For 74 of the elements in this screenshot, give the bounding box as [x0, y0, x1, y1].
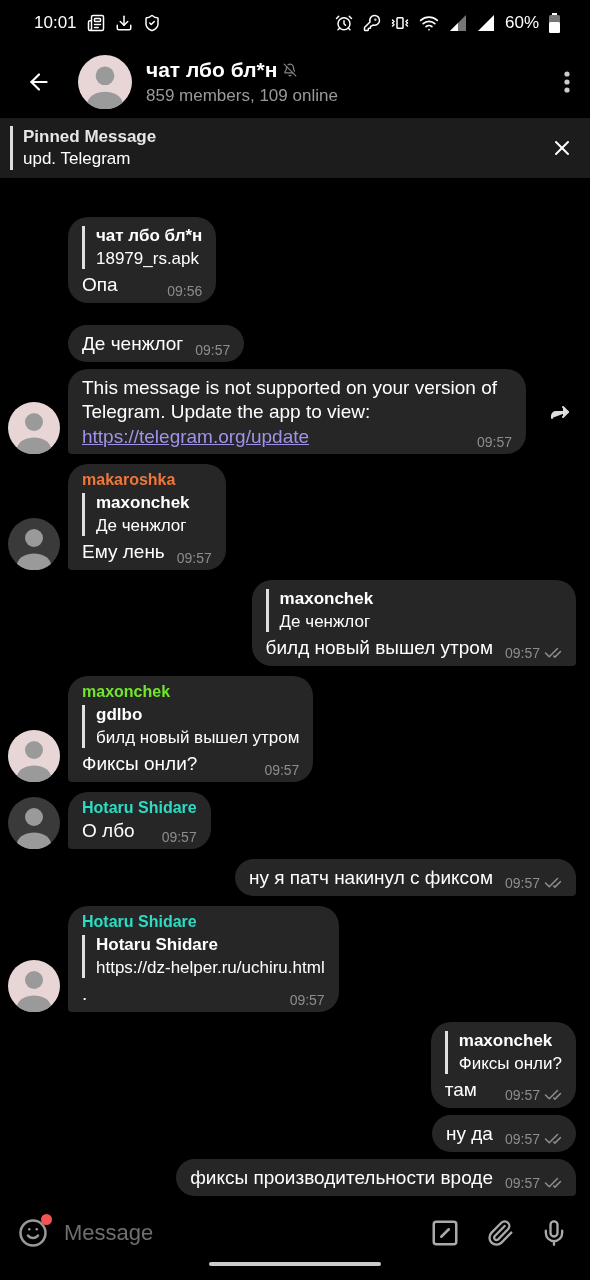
- pinned-message-bar[interactable]: Pinned Message upd. Telegram: [0, 118, 590, 178]
- sender-name: maxonchek: [82, 683, 172, 701]
- message-time: 09:56: [167, 283, 203, 299]
- message-text: Фиксы онли?: [82, 752, 198, 776]
- message-time: 09:57: [161, 829, 197, 845]
- sticker-button[interactable]: [18, 1218, 48, 1248]
- reply-author: чат лбо бл*н: [96, 226, 203, 246]
- reply-author: gdlbo: [96, 705, 144, 725]
- avatar: [8, 730, 60, 782]
- reply-quote[interactable]: Hotaru Shidare https://dz-helper.ru/uchiru.html: [82, 935, 325, 978]
- key-icon: [362, 13, 381, 32]
- message-time: 09:57: [289, 992, 325, 1008]
- message-time: 09:57: [504, 875, 540, 891]
- avatar: [8, 960, 60, 1012]
- reply-author: maxonchek: [458, 1031, 554, 1051]
- clock: 10:01: [34, 12, 77, 33]
- message-text: билд новый вышел утром: [265, 636, 493, 660]
- message-text: .: [82, 982, 88, 1006]
- message-text: Опа: [82, 273, 118, 297]
- sender-name: Hotaru Shidare: [82, 913, 198, 931]
- chat-title: чат лбо бл*н: [146, 57, 278, 82]
- message-time: 09:57: [504, 1131, 540, 1147]
- message-time: 09:57: [264, 762, 300, 778]
- reply-author: Hotaru Shidare: [96, 935, 219, 955]
- message-input[interactable]: Message: [62, 1219, 410, 1247]
- message-text: О лбо: [82, 819, 135, 843]
- download-icon: [114, 13, 133, 32]
- message-time: 09:57: [176, 550, 212, 566]
- message-text: там: [444, 1078, 477, 1102]
- message-time: 09:57: [504, 1175, 540, 1191]
- reply-author: maxonchek: [96, 493, 191, 513]
- message-text: This message is not supported on your version of Telegram. Update the app to view:: [82, 376, 499, 424]
- update-link[interactable]: https://telegram.org/update: [82, 426, 310, 448]
- message-text: Ему лень: [82, 540, 165, 564]
- message-text: ну я патч накинул с фиксом: [248, 866, 493, 890]
- slash-icon: [430, 1218, 460, 1248]
- news-icon: [86, 13, 105, 32]
- message-text: Де ченжлог: [82, 332, 184, 356]
- member-count: 859 members, 109 online: [146, 85, 339, 106]
- sender-name: makaroshka: [82, 471, 177, 489]
- message-text: фиксы производительности вроде: [190, 1166, 493, 1190]
- message-time: 09:57: [476, 434, 512, 450]
- reply-quote[interactable]: gdlbo билд новый вышел утром: [82, 705, 300, 748]
- battery-percent: 60%: [504, 12, 539, 33]
- sender-name: Hotaru Shidare: [82, 799, 197, 817]
- signal-icon: [476, 13, 495, 32]
- reply-text: 18979_rs.apk: [96, 249, 201, 269]
- avatar: [8, 797, 60, 849]
- message-time: 09:57: [504, 1087, 540, 1103]
- reply-text: Де ченжлог: [279, 612, 372, 632]
- reply-quote[interactable]: maxonchek Де ченжлог: [265, 589, 562, 632]
- pinned-text: upd. Telegram: [23, 149, 132, 169]
- shield-icon: [142, 13, 161, 32]
- reply-text: https://dz-helper.ru/uchiru.html: [96, 958, 325, 978]
- message-text: ну да: [446, 1122, 493, 1146]
- avatar: [8, 402, 60, 454]
- pinned-title: Pinned Message: [23, 127, 158, 147]
- alarm-icon: [334, 13, 353, 32]
- reply-author: maxonchek: [279, 589, 375, 609]
- reply-text: Фиксы онли?: [458, 1054, 562, 1074]
- reply-text: билд новый вышел утром: [96, 728, 300, 748]
- message-time: 09:57: [195, 342, 231, 358]
- paperclip-icon: [486, 1219, 514, 1247]
- avatar: [8, 518, 60, 570]
- avatar: [78, 54, 132, 109]
- reply-quote[interactable]: maxonchek Де ченжлог: [82, 493, 212, 536]
- battery-icon: [549, 12, 560, 33]
- reply-quote[interactable]: maxonchek Фиксы онли?: [444, 1031, 562, 1074]
- sticker-icon: [18, 1218, 48, 1248]
- message-time: 09:57: [504, 645, 540, 661]
- reply-text: Де ченжлог: [96, 516, 188, 536]
- signal-icon: [448, 13, 467, 32]
- reply-quote[interactable]: чат лбо бл*н 18979_rs.apk: [82, 226, 203, 269]
- menu-icon: [564, 70, 570, 93]
